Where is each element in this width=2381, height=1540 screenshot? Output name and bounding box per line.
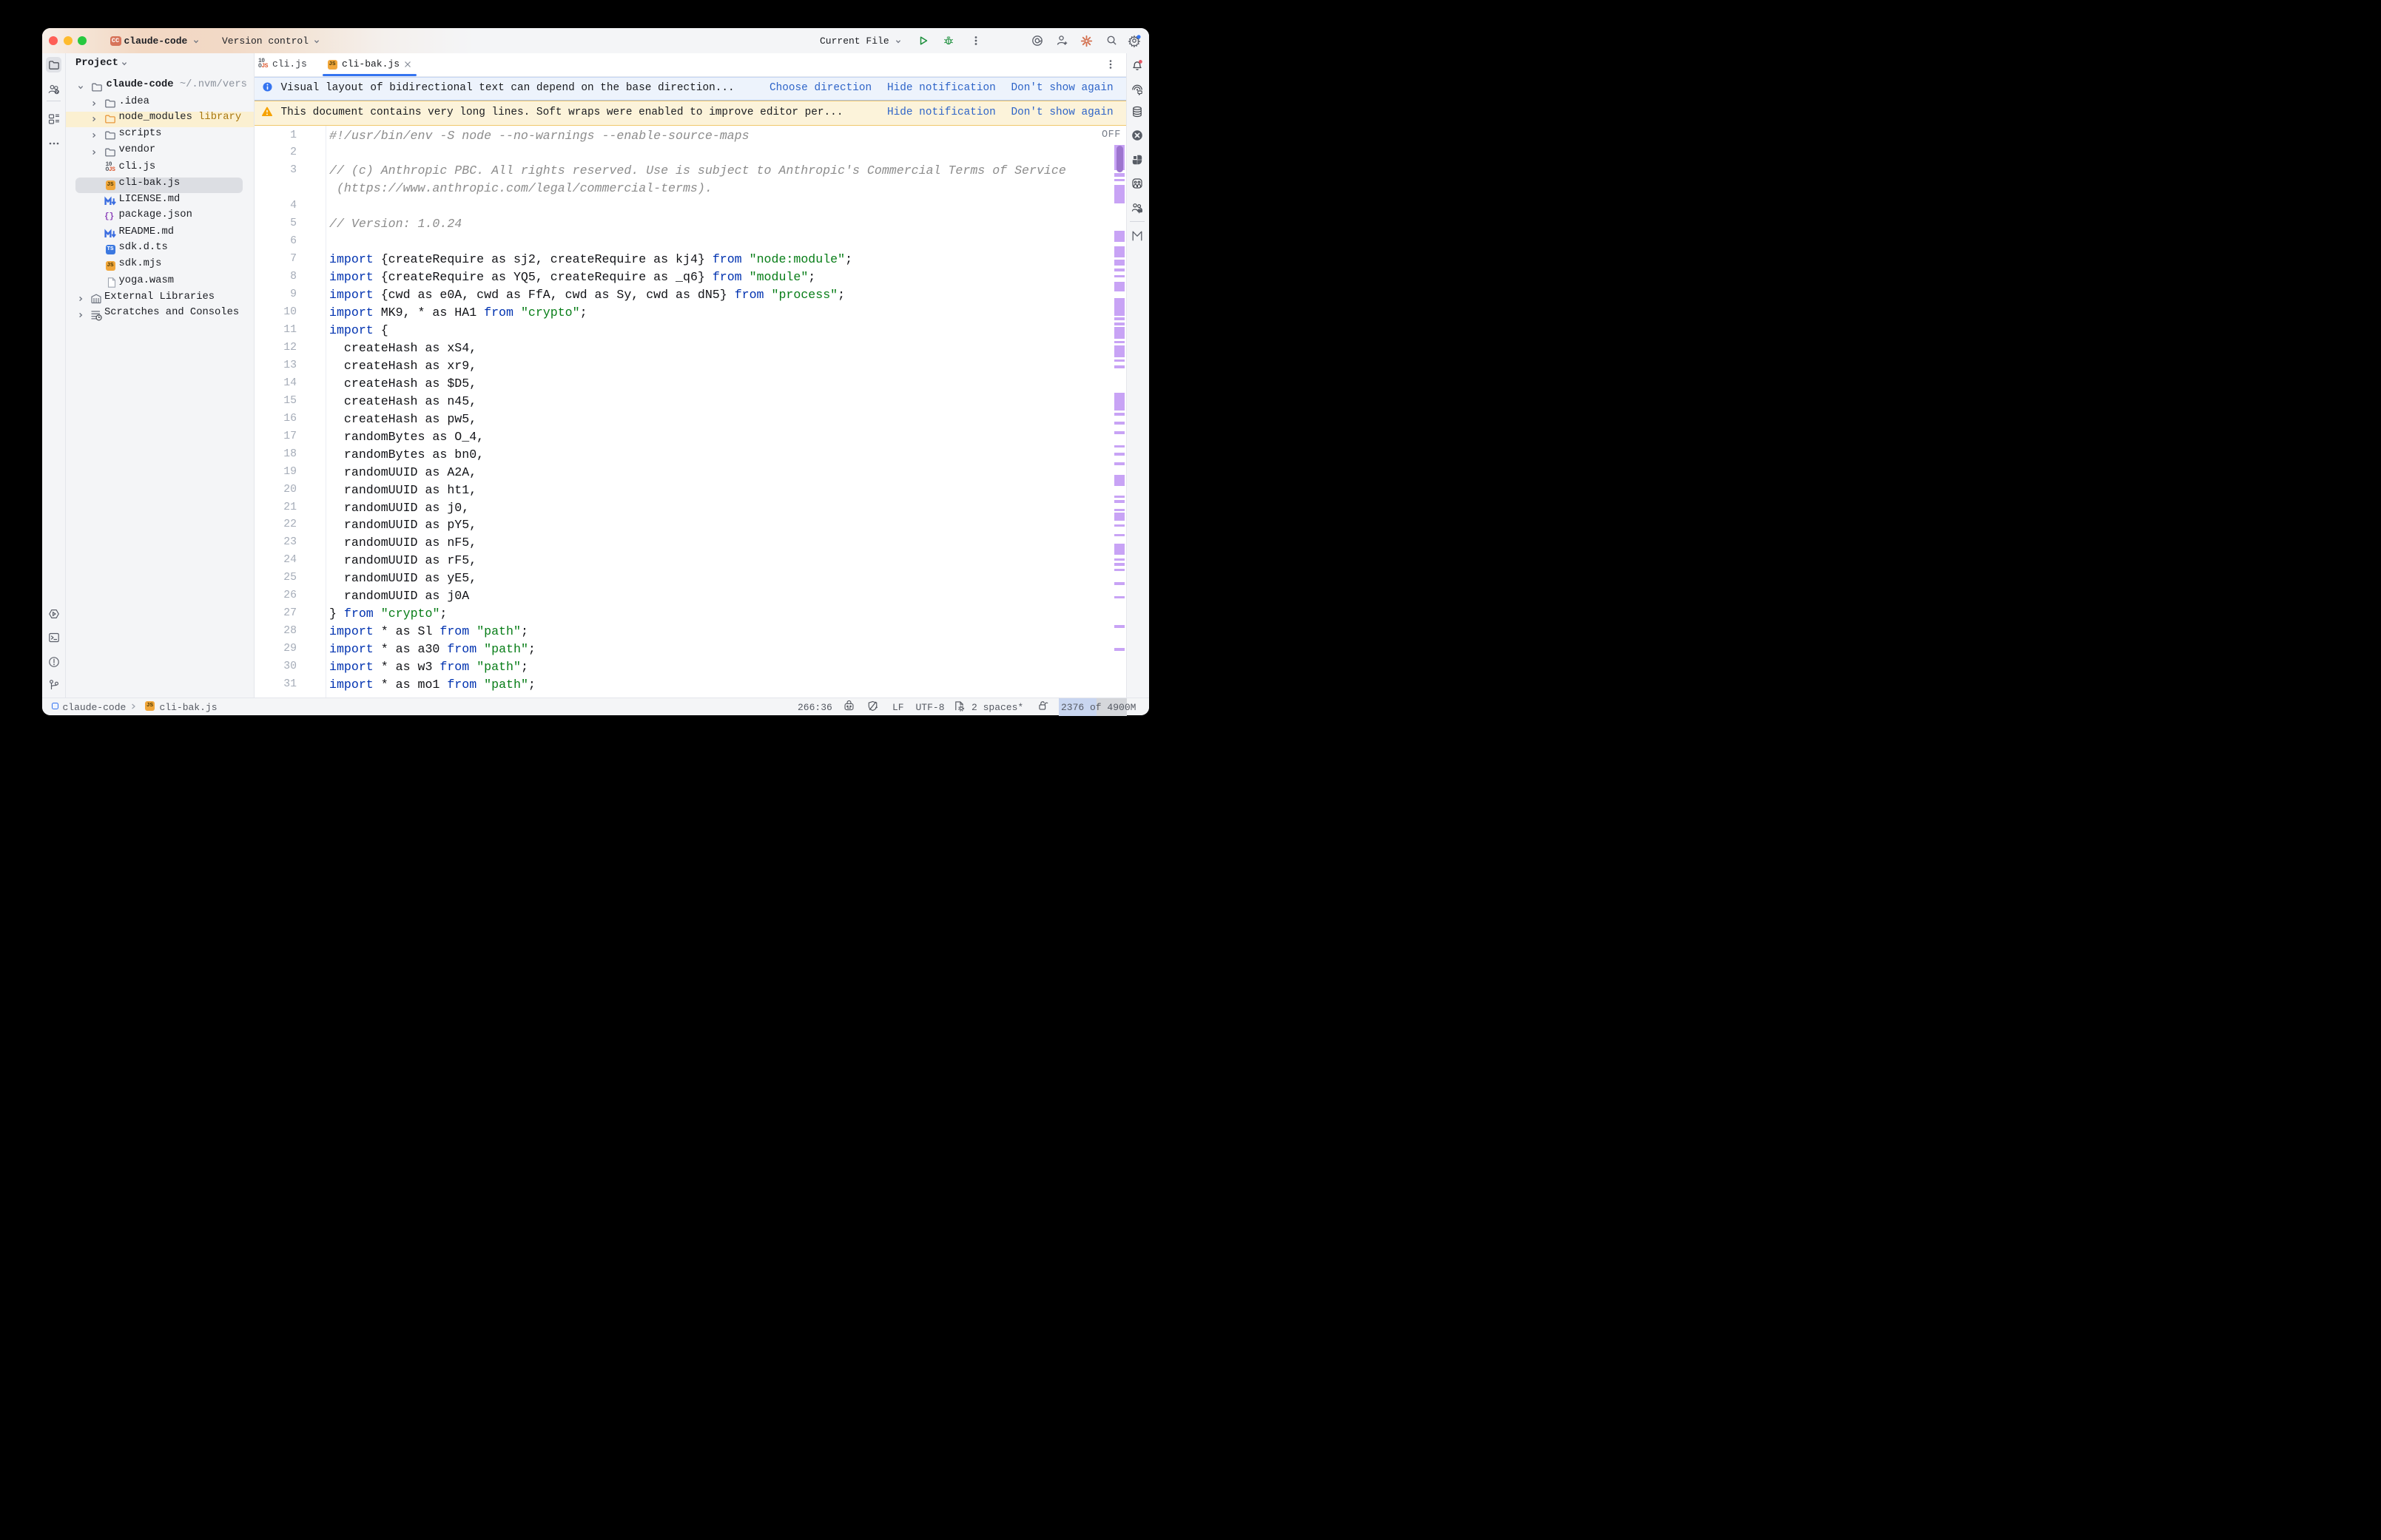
svg-text:?: ?: [55, 90, 58, 95]
